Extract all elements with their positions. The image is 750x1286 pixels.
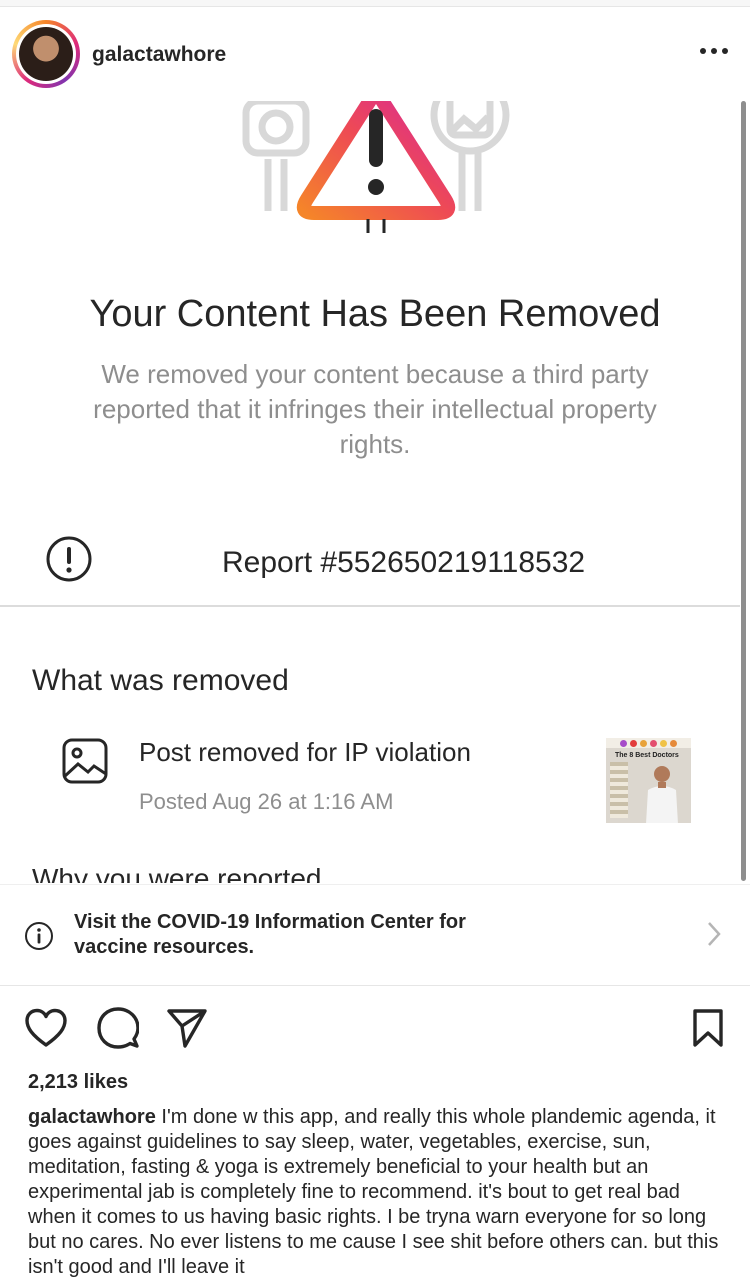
covid-info-banner[interactable]: Visit the COVID-19 Information Center fo… <box>0 884 750 986</box>
caption-username[interactable]: galactawhore <box>28 1106 156 1128</box>
removed-post-thumbnail: The 8 Best Doctors <box>606 738 691 823</box>
send-icon[interactable] <box>166 1008 208 1048</box>
top-border <box>0 0 750 7</box>
info-circle-icon <box>25 922 53 950</box>
covid-banner-text: Visit the COVID-19 Information Center fo… <box>74 911 466 958</box>
heart-icon[interactable] <box>24 1008 68 1048</box>
post-header: galactawhore <box>0 7 750 102</box>
chevron-right-icon <box>708 922 721 946</box>
cut-off-heading: Why you were reported <box>32 863 322 883</box>
section-heading: What was removed <box>32 664 289 697</box>
thumbnail-caption: The 8 Best Doctors <box>615 752 679 759</box>
image-icon <box>62 738 108 784</box>
removed-post-date: Posted Aug 26 at 1:16 AM <box>139 789 394 814</box>
post-actions <box>0 1002 750 1056</box>
bookmark-icon[interactable] <box>692 1008 724 1048</box>
section-divider <box>0 605 740 607</box>
avatar[interactable] <box>12 20 80 88</box>
more-options-icon[interactable] <box>696 39 732 63</box>
post-caption: galactawhore I'm done w this app, and re… <box>28 1105 728 1280</box>
scrollbar[interactable] <box>741 101 746 881</box>
report-number: Report #552650219118532 <box>222 546 586 579</box>
removed-post-title: Post removed for IP violation <box>139 737 471 767</box>
post-media: Your Content Has Been Removed We removed… <box>0 101 750 883</box>
notice-description: We removed your content because a third … <box>93 359 657 459</box>
post-username[interactable]: galactawhore <box>92 43 226 67</box>
comment-icon[interactable] <box>97 1007 139 1049</box>
likes-count[interactable]: 2,213 likes <box>28 1071 128 1094</box>
notice-title: Your Content Has Been Removed <box>89 293 661 335</box>
caption-text: I'm done w this app, and really this who… <box>28 1106 719 1278</box>
exclamation-circle-icon <box>46 536 92 582</box>
